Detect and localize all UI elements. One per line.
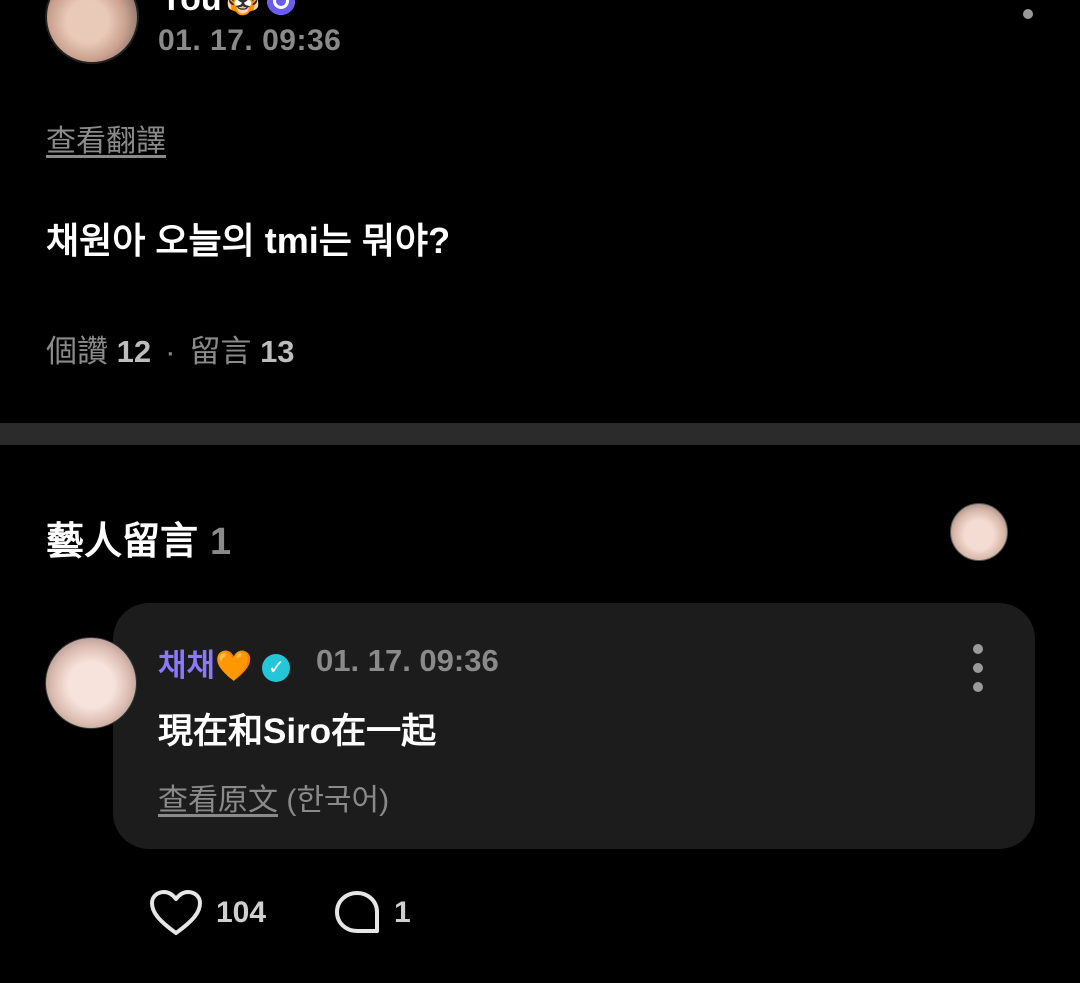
post-timestamp: 01. 17. 09:36 — [158, 24, 342, 57]
see-original[interactable]: 查看原文 (한국어) — [158, 775, 389, 819]
comments-count: 13 — [260, 334, 295, 369]
comment-more-options-icon[interactable] — [972, 644, 984, 701]
artist-comments-heading: 藝人留言 1 — [46, 510, 231, 565]
more-dot — [973, 644, 983, 654]
see-original-link[interactable]: 查看原文 — [158, 784, 278, 817]
likes-stat[interactable]: 個讚 12 — [46, 334, 151, 369]
stats-separator: · — [165, 334, 176, 369]
author-avatar[interactable] — [45, 0, 139, 64]
comments-stat[interactable]: 留言 13 — [189, 334, 294, 369]
more-dot — [973, 663, 983, 673]
comment-text: 現在和Siro在一起 — [158, 712, 437, 751]
author-name[interactable]: You🐯 — [160, 0, 295, 19]
likes-count: 12 — [116, 334, 152, 369]
artist-comments-title: 藝人留言 — [46, 521, 199, 563]
original-language: (한국어) — [286, 784, 390, 817]
membership-badge-icon — [266, 0, 295, 16]
artist-comments-count: 1 — [210, 521, 232, 563]
commenter-avatar[interactable] — [45, 637, 137, 729]
speech-bubble-icon — [335, 891, 379, 933]
verified-check-icon: ✓ — [262, 653, 291, 682]
comment-timestamp: 01. 17. 09:36 — [316, 643, 499, 678]
like-button[interactable]: 104 — [150, 889, 266, 937]
reply-button[interactable]: 1 — [334, 889, 411, 937]
post-stats: 個讚 12 · 留言 13 — [46, 326, 295, 371]
heart-outline-icon — [150, 890, 202, 935]
author-name-text: You — [160, 0, 222, 18]
commenter-name-text: 채채 — [158, 648, 216, 683]
section-divider — [0, 423, 1080, 445]
see-translation-link[interactable]: 查看翻譯 — [46, 116, 166, 160]
artist-filter-avatar[interactable] — [950, 503, 1008, 561]
likes-label: 個讚 — [46, 334, 108, 369]
comments-label: 留言 — [189, 334, 252, 369]
commenter-name[interactable]: 채채🧡 ✓ — [158, 640, 291, 685]
more-dot — [973, 682, 983, 692]
orange-heart-emoji: 🧡 — [215, 650, 253, 683]
reply-count: 1 — [394, 896, 411, 929]
post-more-options-icon[interactable] — [1022, 0, 1034, 28]
like-count: 104 — [216, 896, 267, 929]
tiger-emoji: 🐯 — [225, 0, 261, 16]
post-body: 채원아 오늘의 tmi는 뭐야? — [46, 220, 451, 261]
more-dot — [1023, 9, 1033, 19]
